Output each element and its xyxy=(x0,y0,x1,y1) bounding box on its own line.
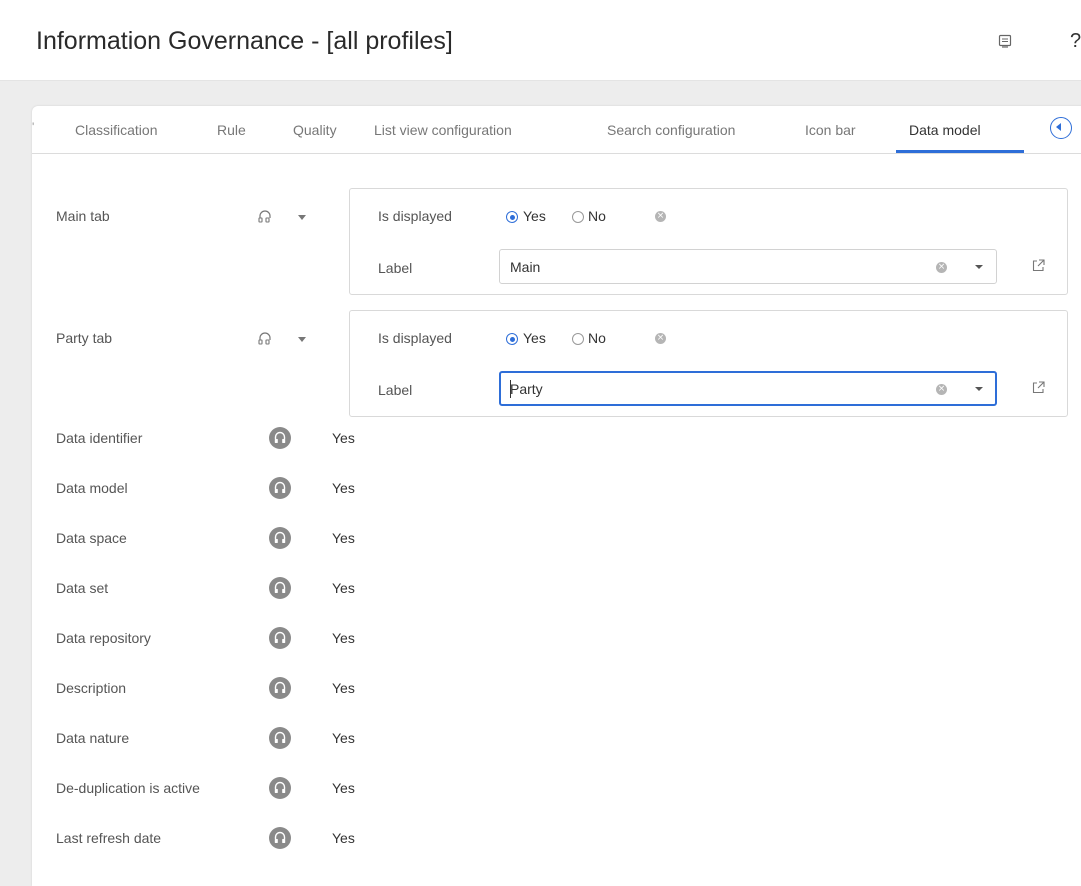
dropdown-caret-icon[interactable] xyxy=(975,265,983,269)
label-input-value: Party xyxy=(510,381,543,397)
inheritance-badge-icon[interactable] xyxy=(269,477,291,499)
field-label: Data nature xyxy=(56,730,130,746)
page-title: Information Governance - [all profiles] xyxy=(36,27,453,55)
is-displayed-yes-radio[interactable] xyxy=(506,211,518,223)
label-field-label: Label xyxy=(378,382,413,398)
field-label-main-tab: Main tab xyxy=(56,208,110,224)
expand-caret-icon[interactable] xyxy=(298,215,306,220)
field-label: De-duplication is active xyxy=(56,780,200,796)
field-value: Yes xyxy=(332,480,355,496)
tab-bar: ' Classification Rule Quality List view … xyxy=(32,106,1081,154)
radio-yes-label: Yes xyxy=(523,330,546,346)
field-value: Yes xyxy=(332,830,355,846)
inheritance-badge-icon[interactable] xyxy=(269,827,291,849)
tab-search-configuration[interactable]: Search configuration xyxy=(607,122,735,138)
inheritance-icon[interactable] xyxy=(258,210,272,229)
main-tab-group: Is displayed Yes No × Label Main × xyxy=(349,188,1068,295)
is-displayed-no-radio[interactable] xyxy=(572,333,584,345)
inheritance-badge-icon[interactable] xyxy=(269,527,291,549)
inheritance-badge-icon[interactable] xyxy=(269,727,291,749)
field-label: Description xyxy=(56,680,127,696)
inheritance-badge-icon[interactable] xyxy=(269,627,291,649)
label-input-main[interactable]: Main × xyxy=(499,249,997,284)
radio-no-label: No xyxy=(588,208,606,224)
tab-scroll-left-indicator: ' xyxy=(32,120,35,134)
is-displayed-label: Is displayed xyxy=(378,330,452,346)
expand-caret-icon[interactable] xyxy=(298,337,306,342)
field-label: Data model xyxy=(56,480,128,496)
field-value: Yes xyxy=(332,680,355,696)
field-label: Data repository xyxy=(56,630,151,646)
tab-list-view-configuration[interactable]: List view configuration xyxy=(374,122,512,138)
label-field-label: Label xyxy=(378,260,413,276)
field-label: Data identifier xyxy=(56,430,143,446)
inheritance-badge-icon[interactable] xyxy=(269,577,291,599)
text-cursor xyxy=(510,380,511,398)
field-value: Yes xyxy=(332,580,355,596)
field-label: Last refresh date xyxy=(56,830,162,846)
comment-icon[interactable] xyxy=(998,34,1012,53)
inheritance-badge-icon[interactable] xyxy=(269,427,291,449)
clear-icon[interactable]: × xyxy=(655,211,666,222)
clear-input-icon[interactable]: × xyxy=(936,262,947,273)
field-value: Yes xyxy=(332,630,355,646)
inheritance-badge-icon[interactable] xyxy=(269,677,291,699)
active-tab-indicator xyxy=(896,150,1024,153)
tab-icon-bar[interactable]: Icon bar xyxy=(805,122,856,138)
is-displayed-no-radio[interactable] xyxy=(572,211,584,223)
tab-rule[interactable]: Rule xyxy=(217,122,246,138)
content-panel: ' Classification Rule Quality List view … xyxy=(32,106,1081,886)
tab-data-model[interactable]: Data model xyxy=(909,122,981,138)
clear-input-icon[interactable]: × xyxy=(936,384,947,395)
inheritance-badge-icon[interactable] xyxy=(269,777,291,799)
open-external-icon[interactable] xyxy=(1032,259,1045,277)
field-value: Yes xyxy=(332,430,355,446)
tab-classification[interactable]: Classification xyxy=(75,122,157,138)
field-label-party-tab: Party tab xyxy=(56,330,113,346)
top-bar: Information Governance - [all profiles] … xyxy=(0,0,1081,81)
clear-icon[interactable]: × xyxy=(655,333,666,344)
field-value: Yes xyxy=(332,780,355,796)
open-external-icon[interactable] xyxy=(1032,381,1045,399)
radio-no-label: No xyxy=(588,330,606,346)
is-displayed-yes-radio[interactable] xyxy=(506,333,518,345)
inheritance-icon[interactable] xyxy=(258,332,272,351)
is-displayed-label: Is displayed xyxy=(378,208,452,224)
label-input-party[interactable]: Party × xyxy=(499,371,997,406)
field-value: Yes xyxy=(332,730,355,746)
help-icon[interactable]: ? xyxy=(1070,30,1081,53)
radio-yes-label: Yes xyxy=(523,208,546,224)
field-label: Data set xyxy=(56,580,109,596)
field-value: Yes xyxy=(332,530,355,546)
tab-quality[interactable]: Quality xyxy=(293,122,337,138)
dropdown-caret-icon[interactable] xyxy=(975,387,983,391)
label-input-value: Main xyxy=(510,259,541,275)
field-label: Data space xyxy=(56,530,127,546)
chevron-left-icon xyxy=(1056,123,1061,131)
party-tab-group: Is displayed Yes No × Label Party × xyxy=(349,310,1068,417)
tabs-scroll-left-button[interactable] xyxy=(1050,117,1072,139)
